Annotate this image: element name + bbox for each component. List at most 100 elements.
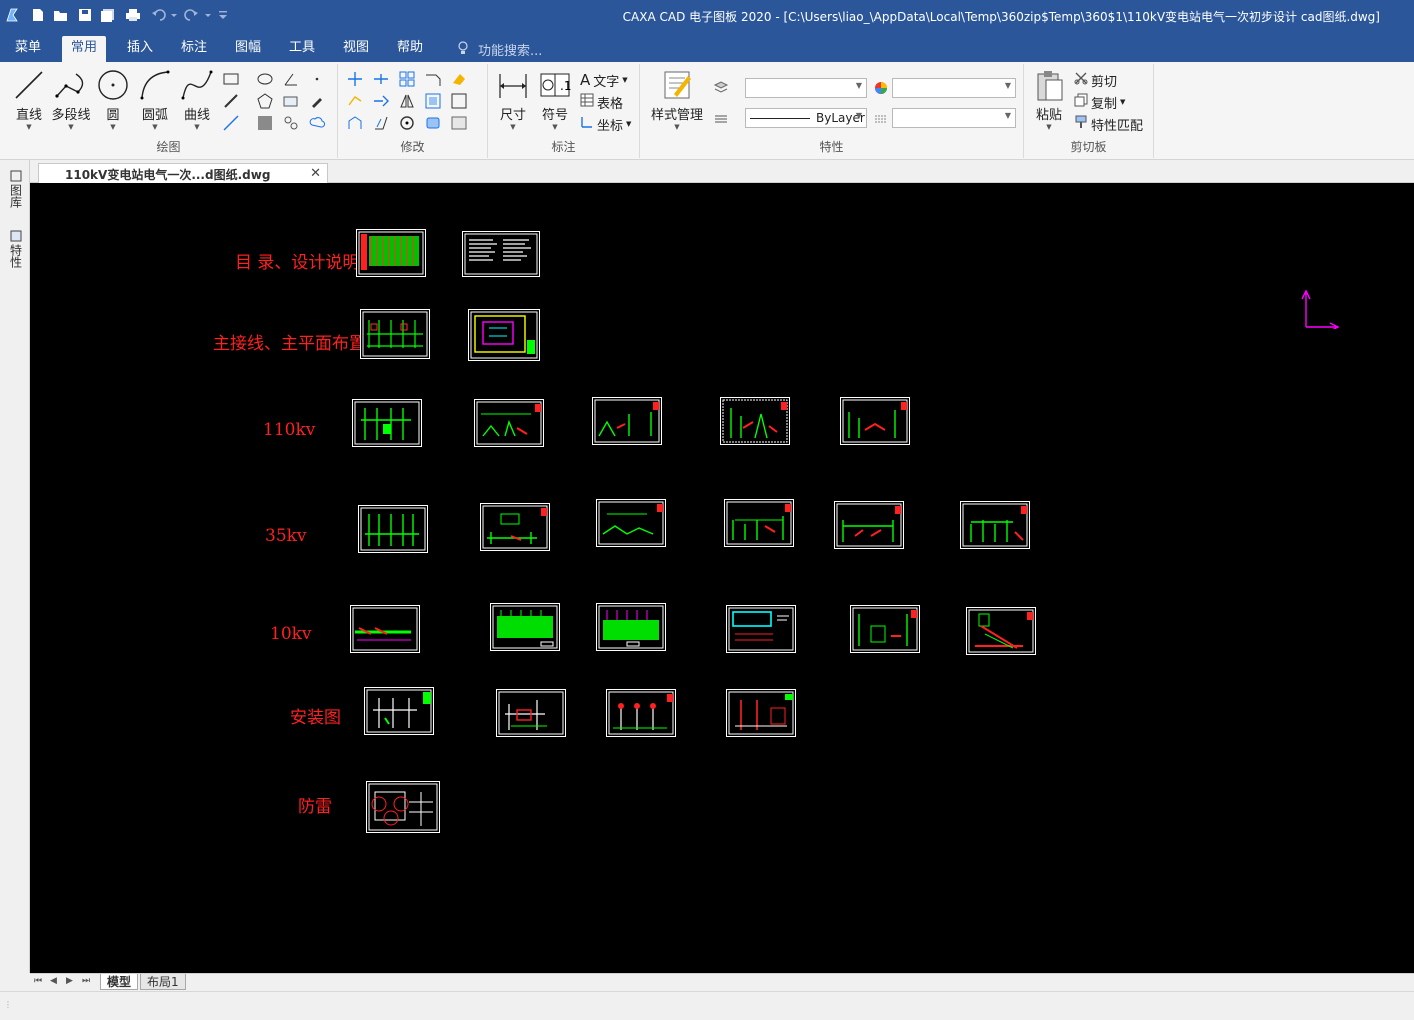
layer-combo[interactable]: ▼: [745, 78, 867, 98]
document-tab[interactable]: 110kV变电站电气一次...d图纸.dwg ✕: [38, 163, 328, 184]
mirror-icon[interactable]: [398, 92, 416, 110]
drawing-sheet[interactable]: [840, 397, 910, 445]
tab-common[interactable]: 常用: [62, 36, 107, 62]
point-icon[interactable]: [308, 70, 326, 88]
customize-quick-access-icon[interactable]: [217, 6, 229, 24]
symbol-button[interactable]: .1 符号 ▼: [534, 68, 576, 131]
drawing-sheet[interactable]: [352, 399, 422, 447]
drawing-sheet[interactable]: [834, 501, 904, 549]
angle-line-icon[interactable]: [282, 70, 300, 88]
copy-button[interactable]: 复制 ▼: [1074, 92, 1125, 112]
linetype-combo[interactable]: ByLayer ▼: [745, 108, 867, 128]
drawing-sheet[interactable]: [462, 231, 540, 277]
drawing-sheet[interactable]: [850, 605, 920, 653]
linestyle-icon[interactable]: [872, 110, 890, 128]
array-icon[interactable]: [398, 70, 416, 88]
tab-layout1[interactable]: 布局1: [140, 974, 186, 990]
region-icon[interactable]: [256, 114, 274, 132]
side-tab-library[interactable]: 图库: [7, 170, 25, 208]
tab-help[interactable]: 帮助: [388, 36, 432, 62]
close-tab-icon[interactable]: ✕: [310, 166, 321, 181]
explode-icon[interactable]: [424, 114, 442, 132]
drawing-sheet[interactable]: [364, 687, 434, 735]
drawing-sheet[interactable]: [726, 605, 796, 653]
polyline-button[interactable]: 多段线 ▼: [50, 68, 92, 131]
drawing-sheet[interactable]: [720, 397, 790, 445]
drawing-sheet[interactable]: [474, 399, 544, 447]
prev-layout-icon[interactable]: ◀: [50, 976, 57, 986]
table-button[interactable]: 表格: [580, 92, 623, 112]
tab-menu[interactable]: 菜单: [6, 36, 50, 62]
drawing-sheet[interactable]: [966, 607, 1036, 655]
construction-line-icon[interactable]: [222, 114, 240, 132]
extend-icon[interactable]: [372, 92, 390, 110]
side-tab-properties[interactable]: 特性: [7, 230, 25, 268]
drawing-sheet[interactable]: [356, 229, 426, 277]
block-icon[interactable]: [282, 92, 300, 110]
eraser-icon[interactable]: [450, 70, 468, 88]
drawing-sheet[interactable]: [468, 309, 540, 361]
copy-object-icon[interactable]: [346, 92, 364, 110]
cloud-icon[interactable]: [308, 114, 326, 132]
tab-insert[interactable]: 插入: [118, 36, 162, 62]
drawing-canvas[interactable]: 目 录、设计说明 主接线、主平面布置 110kv 35kv 10kv 安装图 防…: [30, 183, 1414, 973]
app-logo-icon[interactable]: [4, 6, 20, 24]
arc-button[interactable]: 圆弧 ▼: [134, 68, 176, 131]
match-properties-button[interactable]: 特性匹配: [1074, 114, 1143, 134]
first-layout-icon[interactable]: ⏮: [34, 976, 42, 986]
drawing-sheet[interactable]: [726, 689, 796, 737]
print-icon[interactable]: [125, 6, 141, 24]
dimension-button[interactable]: 尺寸 ▼: [492, 68, 534, 131]
open-file-icon[interactable]: [53, 6, 69, 24]
undo-icon[interactable]: [149, 6, 179, 24]
centerline-icon[interactable]: [282, 114, 300, 132]
lineweight-icon[interactable]: [712, 110, 730, 128]
feature-search[interactable]: 功能搜索...: [458, 40, 542, 59]
style-manager-button[interactable]: 样式管理 ▼: [648, 68, 706, 131]
drawing-sheet[interactable]: [490, 603, 560, 651]
pen-icon[interactable]: [308, 92, 326, 110]
move-icon[interactable]: [346, 70, 364, 88]
drawing-sheet[interactable]: [360, 309, 430, 359]
tab-annotate[interactable]: 标注: [172, 36, 216, 62]
frame-icon[interactable]: [450, 92, 468, 110]
text-button[interactable]: A 文字 ▼: [580, 70, 628, 90]
save-all-icon[interactable]: [100, 6, 116, 24]
offset-icon[interactable]: [372, 114, 390, 132]
stretch-icon[interactable]: [346, 114, 364, 132]
drawing-sheet[interactable]: [480, 503, 550, 551]
chamfer-icon[interactable]: [424, 70, 442, 88]
coordinate-button[interactable]: 坐标 ▼: [580, 114, 631, 134]
save-icon[interactable]: [77, 6, 93, 24]
tab-tools[interactable]: 工具: [280, 36, 324, 62]
trim-icon[interactable]: [372, 70, 390, 88]
paste-button[interactable]: 粘贴 ▼: [1028, 68, 1070, 131]
ellipse-icon[interactable]: [256, 70, 274, 88]
drawing-sheet[interactable]: [366, 781, 440, 833]
polygon-icon[interactable]: [256, 92, 274, 110]
properties-modify-icon[interactable]: [450, 114, 468, 132]
curve-button[interactable]: 曲线 ▼: [176, 68, 218, 131]
circle-button[interactable]: 圆 ▼: [92, 68, 134, 131]
tab-view[interactable]: 视图: [334, 36, 378, 62]
new-file-icon[interactable]: [30, 6, 46, 24]
drawing-sheet[interactable]: [596, 603, 666, 651]
drawing-sheet[interactable]: [606, 689, 676, 737]
color-combo[interactable]: ▼: [892, 78, 1016, 98]
redo-icon[interactable]: [183, 6, 213, 24]
drawing-sheet[interactable]: [350, 605, 420, 653]
color-wheel-icon[interactable]: [872, 79, 890, 97]
line-button[interactable]: 直线 ▼: [8, 68, 50, 131]
next-layout-icon[interactable]: ▶: [66, 976, 73, 986]
layer-icon[interactable]: [712, 78, 730, 96]
drawing-sheet[interactable]: [960, 501, 1030, 549]
lineweight-combo[interactable]: ▼: [892, 108, 1016, 128]
drawing-sheet[interactable]: [358, 505, 428, 553]
scale-icon[interactable]: [424, 92, 442, 110]
drawing-sheet[interactable]: [496, 689, 566, 737]
tab-model[interactable]: 模型: [100, 974, 139, 990]
cut-button[interactable]: 剪切: [1074, 70, 1117, 90]
drawing-sheet[interactable]: [724, 499, 794, 547]
drawing-sheet[interactable]: [596, 499, 666, 547]
rectangle-icon[interactable]: [222, 70, 240, 88]
